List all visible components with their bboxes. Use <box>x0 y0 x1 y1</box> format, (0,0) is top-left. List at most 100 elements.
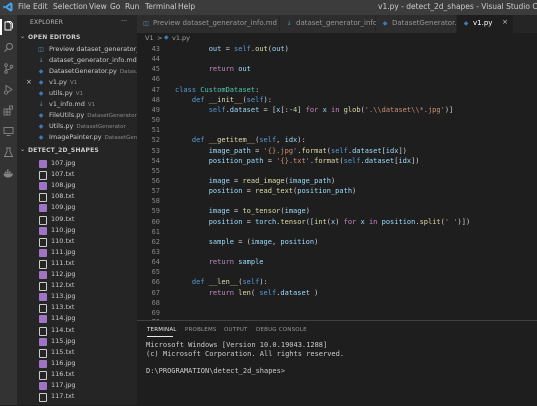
remote-explorer-icon[interactable] <box>3 126 14 137</box>
active-indicator <box>0 19 2 35</box>
file-name: DatasetGenerator.py <box>49 67 117 75</box>
code-line: image_path = '{}.jpg'.format(self.datase… <box>208 146 407 155</box>
tab-preview-dataset-generator-info[interactable]: ◫ Preview dataset_generator_info.md <box>137 15 280 33</box>
file-tree-item[interactable]: 115.txt <box>17 347 137 358</box>
line-number: 66 <box>151 278 160 287</box>
breadcrumb-file[interactable]: v1.py <box>172 34 190 42</box>
menu-view[interactable]: View <box>89 2 107 11</box>
python-icon: ◆ <box>38 123 44 130</box>
tab-dataset-generator-info-md[interactable]: ↓ dataset_generator_info.md <box>280 15 391 33</box>
file-tree-item[interactable]: 116.jpg <box>17 358 137 369</box>
file-tree-item[interactable]: 111.txt <box>17 258 137 269</box>
text-file-icon <box>39 282 47 292</box>
code-line: return out <box>208 65 251 74</box>
file-tree-item[interactable]: 110.jpg <box>17 225 137 236</box>
line-number: 58 <box>151 197 160 206</box>
file-tree-item[interactable]: 109.txt <box>17 214 137 225</box>
file-tree-item[interactable]: 115.jpg <box>17 336 137 347</box>
line-number: 61 <box>151 227 160 236</box>
open-editors-header[interactable]: ⌄ OPEN EDITORS <box>17 32 137 43</box>
tab-output[interactable]: OUTPUT <box>224 327 248 333</box>
file-name: 111.txt <box>51 258 75 267</box>
file-tree-item[interactable]: 112.jpg <box>17 269 137 280</box>
search-icon[interactable] <box>3 42 14 53</box>
file-tree-item[interactable]: 117.txt <box>17 391 137 403</box>
extensions-icon[interactable] <box>3 105 14 116</box>
file-tree-item[interactable]: 107.jpg <box>17 158 137 169</box>
text-file-icon <box>39 237 47 247</box>
close-icon[interactable]: × <box>502 18 508 26</box>
open-editor-item[interactable]: × ◆ v1.py V1 <box>17 77 137 88</box>
more-actions-icon[interactable]: ··· <box>121 17 127 25</box>
line-number: 56 <box>151 176 160 185</box>
breadcrumb-separator: > <box>157 34 163 42</box>
code-line: return sample <box>208 258 264 267</box>
file-tree-item[interactable]: 107.txt <box>17 169 137 181</box>
file-name: 107.txt <box>51 170 75 179</box>
tab-terminal[interactable]: TERMINAL <box>147 327 177 333</box>
code-editor[interactable]: 43 out = self.out(out) 44 45 return out 46 4… <box>137 44 537 320</box>
tab-v1-py[interactable]: ◆ v1.py × <box>457 15 514 33</box>
text-file-icon <box>39 348 47 358</box>
file-name: Preview dataset_generator_... <box>49 45 137 53</box>
tab-debug-console[interactable]: DEBUG CONSOLE <box>256 327 307 333</box>
code-line: image = read_image(image_path) <box>208 176 336 185</box>
tab-problems[interactable]: PROBLEMS <box>185 327 217 333</box>
file-tree-item[interactable]: 109.jpg <box>17 202 137 213</box>
docker-icon[interactable] <box>3 168 14 179</box>
open-editor-item[interactable]: ◆ FileUtils.py DatasetGenerator <box>17 110 137 121</box>
open-editor-item[interactable]: ◆ utils.py V1 <box>17 88 137 99</box>
open-editor-item[interactable]: ◆ DatasetGenerator.pyDatas... <box>17 66 137 77</box>
open-editor-name: FileUtils.py DatasetGenerator <box>49 111 137 119</box>
explorer-icon[interactable] <box>3 21 14 32</box>
tab-label: DatasetGenerator.py <box>392 19 466 27</box>
file-tree-item[interactable]: 116.txt <box>17 369 137 380</box>
file-name: 115.jpg <box>51 336 76 345</box>
testing-icon[interactable] <box>3 147 14 158</box>
file-name: 109.jpg <box>51 203 76 212</box>
breadcrumb-folder[interactable]: V1 <box>145 34 154 42</box>
open-editor-item[interactable]: ↓ dataset_generator_info.md... <box>17 55 137 66</box>
file-tree-item[interactable]: 113.jpg <box>17 291 137 302</box>
file-tree-item[interactable]: 114.jpg <box>17 313 137 324</box>
file-name: 113.txt <box>51 303 75 312</box>
file-tree-item[interactable]: 112.txt <box>17 280 137 292</box>
open-editor-item[interactable]: ↓ v1_info.md V1 <box>17 99 137 110</box>
line-number: 65 <box>151 268 160 277</box>
explorer-sidebar: EXPLORER ··· ⌄ OPEN EDITORS ◫ Preview dat… <box>17 15 137 405</box>
file-tree-item[interactable]: 110.txt <box>17 236 137 247</box>
open-editor-item[interactable]: ◆ ImagePainter.pyDatasetGener... <box>17 132 137 143</box>
menu-help[interactable]: Help <box>178 2 195 11</box>
menu-terminal[interactable]: Terminal <box>145 2 177 11</box>
folder-header[interactable]: ⌄ DETECT_2D_SHAPES <box>17 145 137 156</box>
open-editor-item[interactable]: ◫ Preview dataset_generator_... <box>17 44 137 55</box>
source-control-icon[interactable] <box>3 63 14 74</box>
tab-dataset-generator-py[interactable]: ◆ DatasetGenerator.py <box>376 15 465 33</box>
file-tree-item[interactable]: 108.txt <box>17 191 137 203</box>
file-tree-item[interactable]: 111.jpg <box>17 247 137 258</box>
menu-go[interactable]: Go <box>110 2 120 11</box>
image-file-icon <box>39 271 47 279</box>
file-tree-item[interactable]: 114.txt <box>17 325 137 336</box>
menu-selection[interactable]: Selection <box>53 2 88 11</box>
image-file-icon <box>39 315 47 324</box>
python-icon: ◆ <box>382 20 388 27</box>
file-tree-item[interactable]: 117.jpg <box>17 380 137 391</box>
open-editor-item[interactable]: ◆ Utils.py DatasetGenerator <box>17 121 137 132</box>
terminal-prompt[interactable]: D:\PROGRAMATION\detect_2d_shapes> <box>146 367 285 375</box>
line-number: 46 <box>151 75 160 84</box>
file-tree-item[interactable]: 113.txt <box>17 302 137 314</box>
file-name: 111.jpg <box>51 247 76 256</box>
file-folder-hint: Datas... <box>119 69 137 75</box>
menu-run[interactable]: Run <box>125 2 139 11</box>
close-icon[interactable]: × <box>26 78 32 86</box>
menu-edit[interactable]: Edit <box>33 2 48 11</box>
tab-label: Preview dataset_generator_info.md <box>153 19 277 27</box>
file-tree-item[interactable]: 108.jpg <box>17 180 137 191</box>
line-number: 64 <box>151 258 160 267</box>
open-editor-name: DatasetGenerator.pyDatas... <box>49 67 137 75</box>
run-debug-icon[interactable] <box>3 84 14 95</box>
breadcrumb: V1 > ◆ v1.py <box>137 33 537 44</box>
line-number: 67 <box>151 288 160 297</box>
menu-file[interactable]: File <box>18 2 31 11</box>
